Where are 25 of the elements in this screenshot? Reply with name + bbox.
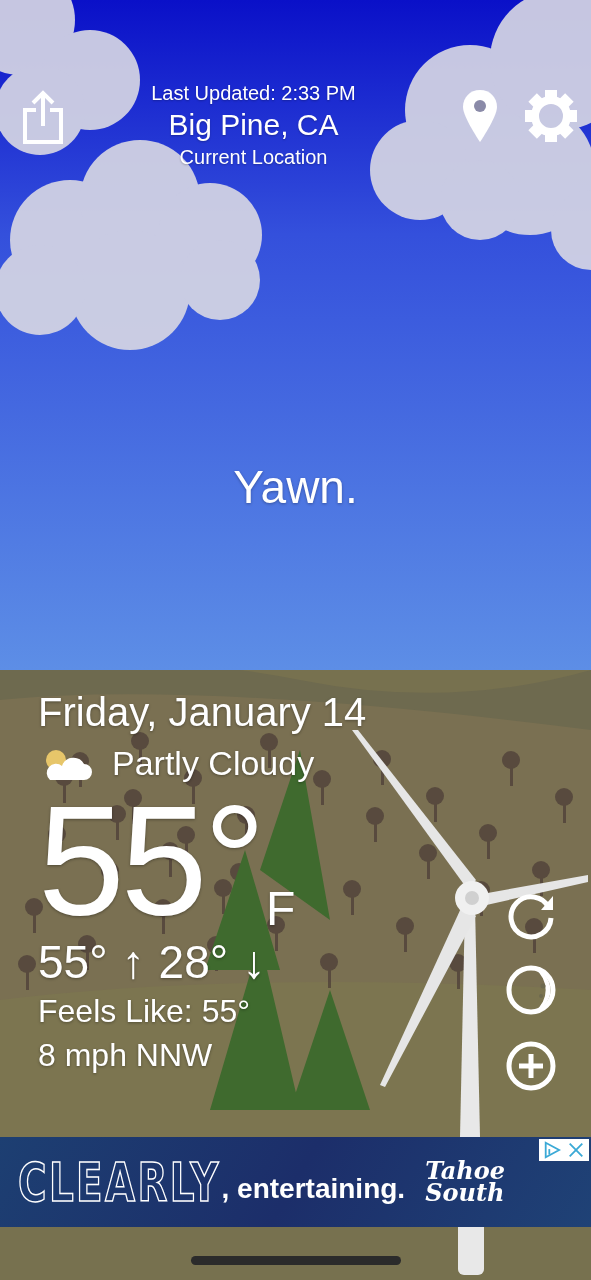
moon-icon[interactable] bbox=[505, 964, 557, 1016]
last-updated-text: Last Updated: 2:33 PM bbox=[151, 81, 356, 106]
ad-choices-icon[interactable] bbox=[543, 1141, 561, 1159]
high-temperature: 55° bbox=[38, 935, 108, 989]
date-text: Friday, January 14 bbox=[38, 689, 367, 736]
condition-text: Partly Cloudy bbox=[112, 744, 315, 783]
location-note: Current Location bbox=[179, 145, 328, 170]
location-pin-icon[interactable] bbox=[463, 90, 497, 142]
settings-icon[interactable] bbox=[525, 90, 577, 142]
ad-brand-logo: Tahoe South bbox=[425, 1160, 505, 1204]
up-arrow-icon: ↑ bbox=[121, 935, 145, 989]
turbine-tower-base-drawing bbox=[458, 1227, 484, 1275]
unit-text[interactable]: F bbox=[265, 885, 296, 933]
ad-headline: CLEARLY bbox=[18, 1150, 221, 1214]
feels-like-text: Feels Like: 55° bbox=[38, 992, 251, 1031]
close-icon[interactable] bbox=[567, 1141, 585, 1159]
low-temperature: 28° bbox=[158, 935, 229, 989]
share-icon[interactable] bbox=[22, 90, 64, 144]
location-name[interactable]: Big Pine, CA bbox=[168, 106, 339, 144]
weather-message: Yawn. bbox=[232, 460, 359, 514]
ad-tagline: , entertaining. bbox=[221, 1173, 406, 1205]
down-arrow-icon: ↓ bbox=[242, 935, 266, 989]
temperature-text: 55° bbox=[38, 785, 262, 935]
add-icon[interactable] bbox=[505, 1040, 557, 1092]
wind-text: 8 mph NNW bbox=[38, 1036, 214, 1075]
